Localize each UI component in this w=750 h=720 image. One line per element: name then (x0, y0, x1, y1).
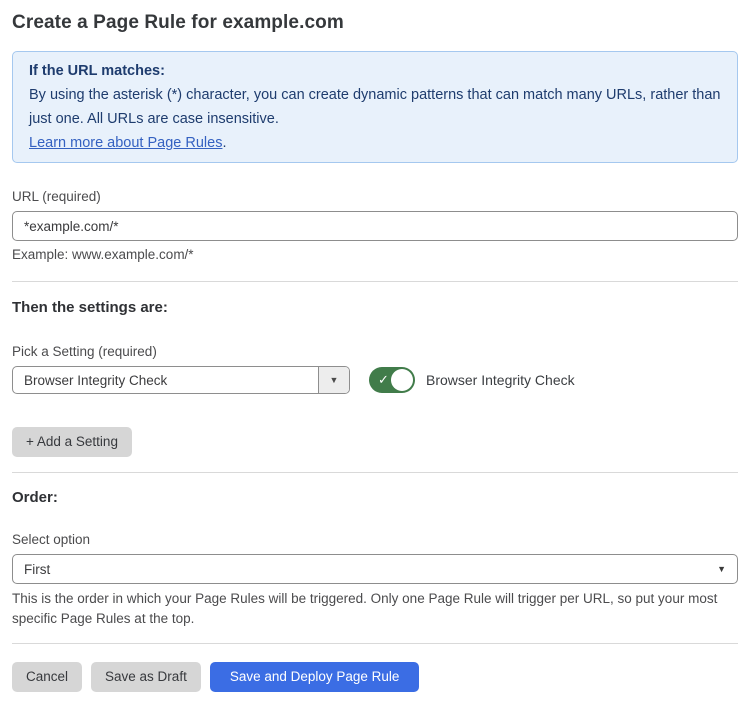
url-field-hint: Example: www.example.com/* (12, 247, 738, 262)
save-as-draft-button[interactable]: Save as Draft (91, 662, 201, 692)
info-box-link-line: Learn more about Page Rules. (29, 131, 721, 155)
divider-after-url (12, 281, 738, 282)
browser-integrity-check-toggle[interactable]: ✓ (369, 367, 415, 393)
order-help-text: This is the order in which your Page Rul… (12, 589, 734, 628)
url-match-info-box: If the URL matches: By using the asteris… (12, 51, 738, 163)
page-title: Create a Page Rule for example.com (12, 12, 738, 34)
info-box-body: By using the asterisk (*) character, you… (29, 83, 721, 131)
setting-row: Browser Integrity Check ▼ ✓ Browser Inte… (12, 366, 738, 394)
chevron-down-icon: ▼ (330, 375, 339, 385)
setting-dropdown-arrow-button[interactable]: ▼ (318, 367, 349, 393)
order-section-heading: Order: (12, 489, 738, 506)
divider-after-settings (12, 472, 738, 473)
pick-setting-label: Pick a Setting (required) (12, 345, 738, 359)
save-and-deploy-button[interactable]: Save and Deploy Page Rule (210, 662, 420, 692)
order-select-label: Select option (12, 533, 738, 547)
settings-section-heading: Then the settings are: (12, 299, 738, 316)
setting-dropdown-value: Browser Integrity Check (13, 367, 318, 393)
footer-buttons: Cancel Save as Draft Save and Deploy Pag… (12, 662, 738, 692)
learn-more-link[interactable]: Learn more about Page Rules (29, 135, 222, 151)
order-select-value: First (24, 562, 50, 577)
chevron-down-icon: ▼ (717, 564, 726, 574)
add-setting-button[interactable]: + Add a Setting (12, 427, 132, 457)
toggle-knob (391, 369, 413, 391)
url-input[interactable] (12, 211, 738, 241)
create-page-rule-form: Create a Page Rule for example.com If th… (0, 0, 750, 692)
setting-dropdown[interactable]: Browser Integrity Check ▼ (12, 366, 350, 394)
link-suffix: . (222, 135, 226, 151)
divider-before-footer (12, 643, 738, 644)
info-box-heading: If the URL matches: (29, 59, 721, 83)
toggle-group: ✓ Browser Integrity Check (369, 367, 575, 393)
cancel-button[interactable]: Cancel (12, 662, 82, 692)
url-field-label: URL (required) (12, 190, 738, 204)
order-select[interactable]: First ▼ (12, 554, 738, 584)
check-icon: ✓ (378, 373, 389, 386)
toggle-label: Browser Integrity Check (426, 372, 575, 388)
